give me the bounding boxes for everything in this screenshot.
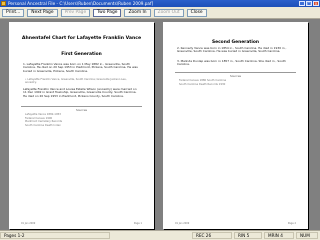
divider — [175, 72, 296, 73]
page-footer: 01 Jan 2009 Page 1 — [21, 222, 142, 225]
person-entry: 2. Kennedy Vance was born in 1854 in , S… — [177, 46, 287, 54]
status-page: Pages 1-2 — [0, 232, 110, 239]
zoom-out-button[interactable]: Zoom Out — [153, 8, 184, 17]
zoom-in-button[interactable]: Zoom In — [124, 8, 151, 17]
status-rin: RIN 5 — [234, 232, 262, 239]
title-bar: Personal Ancestral File - C:\Users\Ruben… — [0, 0, 320, 7]
close-window-icon[interactable]: × — [313, 1, 319, 6]
generation-heading: Second Generation — [211, 40, 260, 45]
window-controls: _ □ × — [299, 1, 319, 6]
prev-page-button[interactable]: Prev Page — [60, 8, 91, 17]
person-note: • Lafayette Franklin Vance, Greenville, … — [25, 78, 127, 85]
next-page-button[interactable]: Next Page — [27, 8, 58, 17]
person-entry: 1. Lafayette Franklin Vance was born on … — [23, 62, 138, 73]
divider — [21, 106, 142, 107]
footer-page-number: Page 2 — [287, 222, 296, 225]
status-mrin: MRIN 4 — [264, 232, 294, 239]
window-title: Personal Ancestral File - C:\Users\Ruben… — [8, 1, 154, 6]
minimize-icon[interactable]: _ — [299, 1, 305, 6]
page-footer: 01 Jan 2009 Page 2 — [175, 222, 296, 225]
status-rec: REC 26 — [192, 232, 232, 239]
print-preview-toolbar: Print... Next Page Prev Page Two Page Zo… — [0, 7, 320, 19]
two-page-button[interactable]: Two Page — [93, 8, 122, 17]
source-item: South Carolina Death Records 1930 — [179, 82, 226, 86]
footer-date: 01 Jan 2009 — [21, 222, 36, 225]
preview-page-1: Ahnentafel Chart for Lafayette Franklin … — [9, 22, 154, 229]
page-title: Ahnentafel Chart for Lafayette Franklin … — [21, 36, 142, 41]
close-button[interactable]: Close — [186, 8, 207, 17]
footer-page-number: Page 1 — [133, 222, 142, 225]
marriage-entry: Lafayette Franklin Vance and Louisa Este… — [23, 87, 137, 98]
sources-label: Sources — [75, 108, 88, 112]
person-entry: 3. Malinda Dunlap was born in 1857 in , … — [177, 59, 286, 67]
status-num: NUM — [296, 232, 318, 239]
footer-date: 01 Jan 2009 — [175, 222, 190, 225]
maximize-icon[interactable]: □ — [306, 1, 312, 6]
app-icon — [1, 1, 6, 6]
print-button[interactable]: Print... — [2, 8, 25, 17]
source-item: South Carolina Death Index — [25, 123, 61, 127]
status-bar: Pages 1-2 REC 26 RIN 5 MRIN 4 NUM — [0, 230, 320, 240]
preview-page-2: Second Generation 2. Kennedy Vance was b… — [163, 22, 308, 229]
generation-heading: First Generation — [61, 52, 102, 57]
sources-label: Sources — [229, 74, 242, 78]
